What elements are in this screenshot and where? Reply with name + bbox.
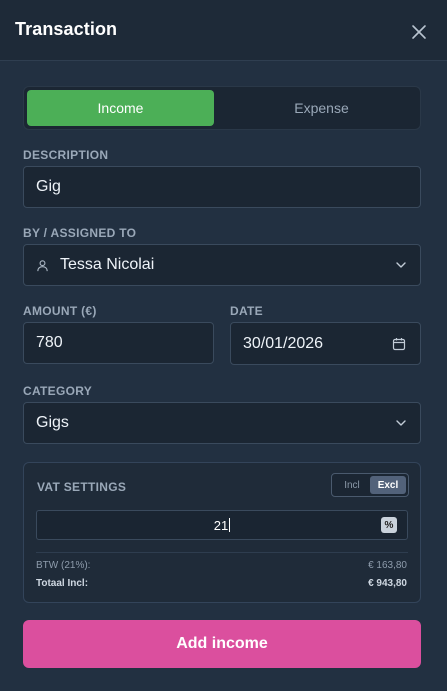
description-label: DESCRIPTION — [23, 148, 109, 162]
description-input[interactable]: Gig — [23, 166, 421, 208]
expense-tab[interactable]: Expense — [224, 90, 419, 126]
assigned-label: BY / ASSIGNED TO — [23, 226, 137, 240]
description-value: Gig — [36, 178, 61, 195]
vat-rate-value: 21 — [213, 518, 229, 533]
chevron-down-icon — [396, 420, 406, 426]
date-value: 30/01/2026 — [243, 334, 324, 352]
income-tab[interactable]: Income — [27, 90, 214, 126]
chevron-down-icon — [396, 262, 406, 268]
assigned-value: Tessa Nicolai — [60, 256, 155, 273]
total-incl-label: Totaal Incl: — [36, 578, 89, 589]
user-icon — [37, 259, 48, 271]
btw-label: BTW (21%): — [36, 560, 91, 571]
assigned-select[interactable]: Tessa Nicolai — [23, 244, 421, 286]
amount-value: 780 — [36, 334, 63, 351]
category-value: Gigs — [36, 414, 69, 431]
total-incl-value: € 943,80 — [368, 578, 407, 589]
transaction-modal: Transaction Income Expense DESCRIPTION G… — [0, 0, 447, 691]
category-label: CATEGORY — [23, 384, 93, 398]
vat-excl-option[interactable]: Excl — [370, 476, 406, 494]
vat-incl-excl-toggle: Incl Excl — [331, 473, 409, 497]
date-input[interactable]: 30/01/2026 — [230, 322, 421, 365]
vat-incl-option[interactable]: Incl — [335, 476, 369, 494]
calendar-icon[interactable] — [392, 337, 406, 351]
vat-settings-panel: VAT SETTINGS Incl Excl 21 % BTW (21%): €… — [23, 462, 421, 603]
modal-header: Transaction — [0, 0, 447, 61]
modal-title: Transaction — [15, 19, 118, 39]
category-select[interactable]: Gigs — [23, 402, 421, 444]
amount-input[interactable]: 780 — [23, 322, 214, 364]
text-caret — [229, 518, 231, 532]
date-label: DATE — [230, 304, 263, 318]
btw-value: € 163,80 — [368, 560, 407, 571]
divider — [36, 552, 408, 553]
vat-settings-title: VAT SETTINGS — [37, 480, 127, 494]
transaction-type-toggle: Income Expense — [23, 86, 421, 130]
close-icon[interactable] — [408, 21, 430, 43]
vat-rate-input[interactable]: 21 % — [36, 510, 408, 540]
add-income-button[interactable]: Add income — [23, 620, 421, 668]
percent-icon[interactable]: % — [381, 517, 397, 533]
amount-label: AMOUNT (€) — [23, 304, 97, 318]
